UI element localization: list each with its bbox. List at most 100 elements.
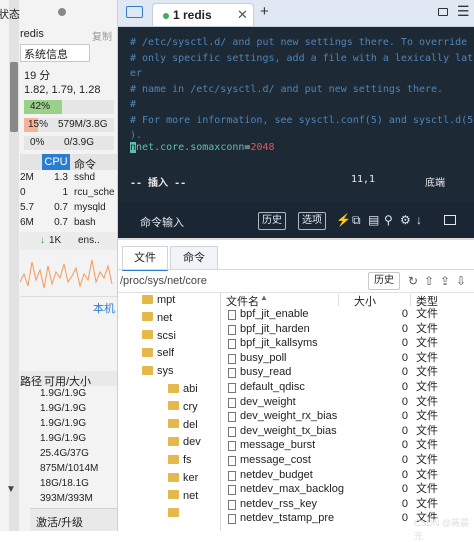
- tab-redis[interactable]: 1 redis ✕: [152, 3, 254, 26]
- cpu-bar: 42%: [24, 100, 114, 114]
- tree-item[interactable]: cry: [168, 399, 220, 415]
- file-size: 0: [401, 468, 408, 481]
- tree-item[interactable]: dev: [168, 434, 220, 450]
- options-button[interactable]: 选项: [298, 212, 326, 230]
- search-icon[interactable]: ⚲: [384, 213, 393, 227]
- terminal-line: # only specific settings, add a file wit…: [130, 52, 474, 64]
- command-input[interactable]: 命令输入: [140, 214, 184, 230]
- terminal[interactable]: # /etc/sysctl.d/ and put new settings th…: [118, 27, 474, 202]
- proc-header-cpu[interactable]: CPU: [42, 154, 70, 170]
- tab-commands[interactable]: 命令: [170, 246, 218, 269]
- proc-cpu: 1.3: [54, 172, 68, 183]
- file-row[interactable]: dev_weight 0 文件: [224, 395, 470, 410]
- upload-icon[interactable]: ⇪: [440, 274, 450, 288]
- file-name: default_qdisc: [240, 381, 305, 393]
- file-row[interactable]: netdev_budget 0 文件: [224, 468, 470, 483]
- fm-history-button[interactable]: 历史: [368, 272, 400, 290]
- tree-item-label: self: [157, 347, 175, 360]
- tree-item[interactable]: fs: [168, 452, 220, 468]
- proc-header-cmd[interactable]: 命令: [74, 156, 96, 172]
- folder-icon: [168, 401, 179, 411]
- file-row[interactable]: busy_poll 0 文件: [224, 351, 470, 366]
- file-name: netdev_rss_key: [240, 497, 318, 510]
- copy-button[interactable]: 复制: [92, 28, 112, 43]
- file-icon: [228, 470, 236, 481]
- download-file-icon[interactable]: ⇩: [456, 274, 466, 288]
- folder-icon: [142, 365, 153, 375]
- proc-cmd[interactable]: sshd: [74, 172, 95, 183]
- folder-icon: [168, 472, 179, 482]
- scroll-down-icon[interactable]: ▼: [6, 484, 16, 495]
- file-icon: [228, 456, 236, 466]
- net-down-value: 1K: [49, 235, 62, 246]
- tree-item[interactable]: mpt: [142, 292, 220, 308]
- file-row[interactable]: dev_weight_tx_bias 0 文件: [224, 424, 470, 439]
- tree-item-label: net: [183, 489, 199, 502]
- file-type: 文件: [416, 468, 438, 481]
- file-size: 0: [401, 395, 408, 408]
- close-icon[interactable]: ✕: [237, 7, 248, 23]
- terminal-line: ).: [130, 130, 143, 141]
- copy-icon[interactable]: ⧉: [352, 213, 361, 227]
- file-row[interactable]: default_qdisc 0 文件: [224, 380, 470, 395]
- status-dot-icon: [163, 13, 169, 19]
- file-row[interactable]: dev_weight_rx_bias 0 文件: [224, 409, 470, 424]
- file-row[interactable]: bpf_jit_harden 0 文件: [224, 322, 470, 337]
- tree-item[interactable]: net: [168, 488, 220, 504]
- tree-item[interactable]: self: [142, 345, 220, 361]
- folder-icon[interactable]: [126, 6, 143, 18]
- tree-item[interactable]: ker: [168, 470, 220, 486]
- download-icon[interactable]: ↓: [416, 213, 422, 227]
- disk-header-avail: 可用/大小: [44, 376, 92, 388]
- tree-item[interactable]: [168, 506, 220, 522]
- proc-cmd[interactable]: bash: [74, 217, 96, 228]
- tree-item[interactable]: abi: [168, 381, 220, 397]
- file-size: 0: [401, 308, 408, 320]
- file-row[interactable]: message_cost 0 文件: [224, 453, 470, 468]
- file-row[interactable]: message_burst 0 文件: [224, 438, 470, 453]
- tree-item[interactable]: sys: [142, 363, 220, 379]
- net-iface[interactable]: ens..: [78, 235, 100, 246]
- file-name: busy_read: [240, 366, 292, 379]
- refresh-icon[interactable]: ↻: [408, 274, 418, 288]
- tree-item[interactable]: scsi: [142, 328, 220, 344]
- proc-cmd[interactable]: mysqld: [74, 202, 106, 213]
- history-button[interactable]: 历史: [258, 212, 286, 230]
- lightning-icon[interactable]: ⚡: [336, 213, 351, 227]
- file-icon: [228, 310, 236, 320]
- file-type: 文件: [416, 483, 438, 496]
- tab-files[interactable]: 文件: [122, 246, 168, 271]
- file-icon: [228, 324, 236, 335]
- tree-item[interactable]: del: [168, 417, 220, 433]
- proc-cmd[interactable]: rcu_sche: [74, 187, 115, 198]
- screen-icon[interactable]: [438, 8, 448, 16]
- setting-key: net.core.somaxconn: [136, 142, 245, 153]
- settings-icon[interactable]: ⚙: [400, 213, 411, 227]
- pane-splitter[interactable]: [220, 292, 221, 531]
- menu-icon[interactable]: ☰: [457, 3, 470, 20]
- panel-scrollbar[interactable]: [10, 62, 18, 132]
- tree-item[interactable]: net: [142, 310, 220, 326]
- paste-icon[interactable]: ▤: [368, 213, 379, 227]
- activate-button[interactable]: 激活/升级: [36, 514, 83, 530]
- disk-row: 393M/393M: [40, 493, 93, 504]
- file-row[interactable]: netdev_max_backlog 0 文件: [224, 482, 470, 497]
- net-sparkline: [20, 259, 113, 289]
- file-size: 0: [401, 512, 408, 525]
- up-icon[interactable]: ⇧: [424, 274, 434, 288]
- add-tab-icon[interactable]: +: [260, 3, 269, 20]
- file-size: 0: [401, 322, 408, 335]
- file-row[interactable]: busy_read 0 文件: [224, 365, 470, 380]
- mem-pct: 15%: [28, 119, 49, 130]
- file-row[interactable]: bpf_jit_kallsyms 0 文件: [224, 336, 470, 351]
- window-icon[interactable]: [444, 215, 456, 225]
- tree-item-label: del: [183, 418, 198, 431]
- setting-value: 2048: [250, 142, 275, 153]
- folder-icon: [168, 383, 179, 393]
- path-input[interactable]: /proc/sys/net/core: [120, 272, 364, 290]
- file-row[interactable]: netdev_rss_key 0 文件: [224, 497, 470, 512]
- cursor-pos: 11,1: [351, 174, 376, 185]
- local-link[interactable]: 本机: [93, 300, 115, 316]
- file-row[interactable]: bpf_jit_enable 0 文件: [224, 307, 470, 322]
- file-type: 文件: [416, 308, 438, 320]
